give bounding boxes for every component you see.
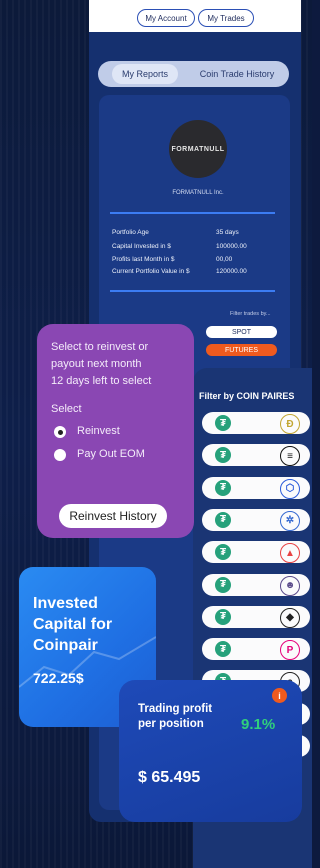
- tab-coin-trade-history[interactable]: Coin Trade History: [188, 64, 286, 84]
- coin-pair-row[interactable]: ₮ ▲: [202, 541, 310, 564]
- dogecoin-icon: Ð: [280, 414, 300, 434]
- divider: [110, 212, 275, 214]
- solana-icon: ≡: [280, 446, 300, 467]
- floki-icon: ☻: [280, 575, 300, 596]
- report-tabs: My Reports Coin Trade History: [98, 61, 289, 87]
- coin-pair-row[interactable]: ₮ ◆: [202, 605, 310, 628]
- portfolio-age-label: Portfolio Age: [112, 229, 149, 236]
- select-label: Select: [51, 403, 82, 415]
- my-account-button[interactable]: My Account: [137, 9, 195, 27]
- coin-pair-row[interactable]: ₮ ☻: [202, 573, 310, 596]
- chainlink-icon: ⬡: [280, 478, 300, 499]
- tether-icon: ₮: [215, 511, 231, 528]
- invested-capital-value: 722.25$: [33, 670, 84, 686]
- coin-pair-row[interactable]: ₮ ⬡: [202, 476, 310, 499]
- tether-icon: ₮: [215, 608, 231, 625]
- trading-profit-title: Trading profit per position: [138, 703, 213, 730]
- coin-pair-row[interactable]: ₮ Ð: [202, 412, 310, 434]
- capital-invested-label: Capital Invested in $: [112, 243, 171, 250]
- current-value-label: Current Portfolio Value in $: [112, 268, 190, 275]
- coin-pair-row[interactable]: ₮ P: [202, 638, 310, 661]
- tether-icon: ₮: [215, 576, 231, 593]
- invested-capital-title: Invested Capital for Coinpair: [33, 595, 113, 654]
- current-value-value: 120000.00: [216, 268, 247, 275]
- futures-filter-button[interactable]: FUTURES: [206, 344, 277, 356]
- divider: [110, 290, 275, 292]
- avalanche-icon: ▲: [280, 543, 300, 564]
- reinvest-info-line-3: 12 days left to select: [51, 375, 152, 387]
- tether-icon: ₮: [215, 479, 231, 496]
- portfolio-age-value: 35 days: [216, 229, 239, 236]
- my-trades-button[interactable]: My Trades: [198, 9, 254, 27]
- company-logo: FORMATNULL: [169, 120, 227, 178]
- profits-last-month-label: Profits last Month in $: [112, 256, 175, 263]
- capital-invested-value: 100000.00: [216, 243, 247, 250]
- reinvest-option-label: Reinvest: [77, 425, 120, 437]
- polkadot-icon: P: [280, 640, 300, 661]
- tab-my-reports[interactable]: My Reports: [112, 64, 178, 84]
- top-header: [89, 0, 301, 32]
- spot-filter-button[interactable]: SPOT: [206, 326, 277, 338]
- company-name: FORMATNULL Inc.: [172, 190, 224, 196]
- tether-icon: ₮: [215, 447, 231, 464]
- reinvest-info-line-2: payout next month: [51, 358, 142, 370]
- reinvest-history-button[interactable]: Reinvest History: [59, 504, 167, 528]
- filter-trades-label: Filter trades by...: [230, 311, 271, 317]
- reinvest-radio[interactable]: [54, 426, 66, 438]
- coin-pair-row[interactable]: ₮ ✲: [202, 508, 310, 531]
- payout-option-label: Pay Out EOM: [77, 448, 145, 460]
- tether-icon: ₮: [215, 544, 231, 561]
- coin-pairs-title: Filter by COIN PAIRES: [199, 391, 295, 401]
- cardano-icon: ✲: [280, 510, 300, 531]
- logo-text: FORMATNULL: [171, 145, 225, 153]
- ethereum-icon: ◆: [280, 607, 300, 628]
- profits-last-month-value: 00,00: [216, 256, 233, 263]
- payout-radio[interactable]: [54, 449, 66, 461]
- coin-pair-row[interactable]: ₮ ≡: [202, 444, 310, 467]
- trading-profit-percent: 9.1%: [241, 716, 276, 733]
- tether-icon: ₮: [215, 641, 231, 658]
- trading-profit-amount: $ 65.495: [138, 769, 201, 786]
- tether-icon: ₮: [215, 415, 231, 431]
- info-icon[interactable]: i: [272, 688, 287, 703]
- reinvest-info-line-1: Select to reinvest or: [51, 341, 149, 353]
